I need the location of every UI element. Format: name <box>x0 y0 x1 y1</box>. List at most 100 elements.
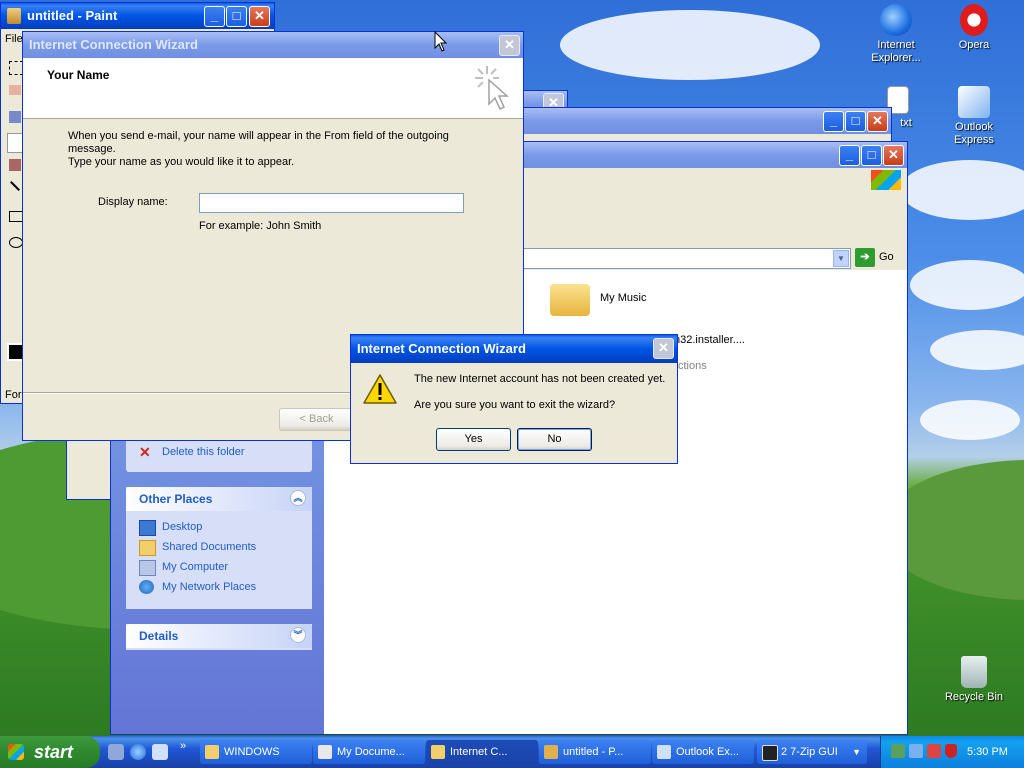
show-desktop-icon[interactable] <box>108 744 124 760</box>
wizard-titlebar: Internet Connection Wizard <box>23 32 523 58</box>
taskbar-item-windows[interactable]: WINDOWS <box>200 740 312 764</box>
clock[interactable]: 5:30 PM <box>967 736 1008 768</box>
fill-icon[interactable] <box>9 111 21 123</box>
desktop-icon-label: txt <box>900 117 912 129</box>
folder-icon <box>431 745 445 759</box>
close-icon[interactable]: ✕ <box>249 6 270 27</box>
close-icon[interactable]: ✕ <box>883 145 904 166</box>
chevron-down-icon[interactable]: ▼ <box>833 250 849 267</box>
delete-icon: ✕ <box>139 444 151 460</box>
eraser-icon[interactable] <box>9 85 21 95</box>
close-icon[interactable]: ✕ <box>653 338 674 359</box>
installer-label[interactable]: n32.installer.... <box>674 334 745 346</box>
warning-icon <box>363 374 397 404</box>
dialog-titlebar: Internet Connection Wizard <box>351 335 677 363</box>
address-input[interactable] <box>521 248 851 269</box>
go-label[interactable]: Go <box>879 248 894 267</box>
minimize-icon[interactable]: _ <box>823 111 844 132</box>
windows-logo-icon <box>871 170 901 190</box>
go-arrow-icon[interactable]: ➔ <box>855 248 875 267</box>
start-button[interactable]: start <box>0 736 100 768</box>
other-places-desktop[interactable]: Desktop <box>126 517 312 537</box>
details-panel: Details ︾ <box>126 624 312 650</box>
line-icon[interactable] <box>10 181 20 191</box>
display-name-label: Display name: <box>98 196 168 208</box>
details-header[interactable]: Details ︾ <box>126 624 312 648</box>
folder-icon <box>205 745 219 759</box>
documents-icon <box>318 745 332 759</box>
expand-icon[interactable]: ︾ <box>290 627 306 643</box>
desktop-icon-label: Internet Explorer... <box>871 39 921 64</box>
close-icon[interactable]: ✕ <box>867 111 888 132</box>
taskbar-item-outlook[interactable]: Outlook Ex... <box>652 740 754 764</box>
outlook-express-icon <box>958 86 990 118</box>
window-title: Internet Connection Wizard <box>29 37 198 52</box>
back-button[interactable]: < Back <box>279 408 354 431</box>
item-subtext: ctions <box>678 360 707 372</box>
folder-icon <box>139 540 156 556</box>
internet-explorer-icon <box>880 4 912 36</box>
dialog-message-1: The new Internet account has not been cr… <box>414 373 666 385</box>
taskbar-item-my-documents[interactable]: My Docume... <box>313 740 425 764</box>
minimize-icon[interactable]: _ <box>204 6 225 27</box>
minimize-icon[interactable]: _ <box>839 145 860 166</box>
desktop-icon-recycle-bin[interactable]: Recycle Bin <box>937 656 1011 704</box>
start-label: start <box>34 742 74 762</box>
group-dropdown-icon[interactable]: ▼ <box>852 740 861 764</box>
computer-icon <box>139 560 156 576</box>
ellipse-icon[interactable] <box>9 237 23 248</box>
desktop-icon-internet-explorer[interactable]: Internet Explorer... <box>859 4 933 65</box>
maximize-icon[interactable]: □ <box>845 111 866 132</box>
desktop-icon <box>139 520 156 536</box>
other-places-shared-documents[interactable]: Shared Documents <box>126 537 312 557</box>
select-icon[interactable] <box>9 61 23 75</box>
maximize-icon[interactable]: □ <box>861 145 882 166</box>
outlook-icon[interactable] <box>152 744 168 760</box>
quick-launch-chevron-icon[interactable]: » <box>180 740 186 752</box>
wizard-heading: Your Name <box>47 68 110 82</box>
close-icon[interactable]: ✕ <box>499 35 520 56</box>
window-title: untitled - Paint <box>27 8 118 23</box>
confirm-dialog: Internet Connection Wizard ✕ The new Int… <box>350 334 678 464</box>
dialog-title: Internet Connection Wizard <box>357 341 526 356</box>
menu-file[interactable]: File <box>5 33 23 45</box>
wizard-header: Your Name <box>23 58 523 119</box>
maximize-icon[interactable]: □ <box>226 6 247 27</box>
taskbar-item-internet-connection[interactable]: Internet C... <box>426 740 538 764</box>
recycle-bin-icon <box>961 656 987 688</box>
other-places-panel: Other Places ︽ Desktop Shared Documents … <box>126 487 312 609</box>
collapse-icon[interactable]: ︽ <box>290 490 306 506</box>
internet-explorer-icon[interactable] <box>130 744 146 760</box>
delete-folder-link[interactable]: ✕ Delete this folder <box>126 442 312 462</box>
windows-flag-icon <box>8 744 24 760</box>
network-icon <box>139 580 154 594</box>
other-places-my-computer[interactable]: My Computer <box>126 557 312 577</box>
airbrush-icon[interactable] <box>9 159 21 171</box>
tray-app-icon[interactable] <box>927 744 941 758</box>
other-places-header[interactable]: Other Places ︽ <box>126 487 312 511</box>
network-tray-icon[interactable] <box>891 744 905 758</box>
paint-icon <box>7 8 21 24</box>
list-item[interactable]: My Music <box>550 276 646 320</box>
tray-app-icon[interactable] <box>909 744 923 758</box>
rectangle-icon[interactable] <box>9 211 23 222</box>
taskbar-item-paint[interactable]: untitled - P... <box>539 740 651 764</box>
mouse-cursor-icon <box>434 31 448 52</box>
desktop-icon-outlook-express[interactable]: Outlook Express <box>937 86 1011 147</box>
desktop-icon-opera[interactable]: Opera <box>937 4 1011 52</box>
desktop-icon-label: Outlook Express <box>954 121 994 146</box>
other-places-my-network-places[interactable]: My Network Places <box>126 577 312 597</box>
opera-icon <box>960 4 988 36</box>
system-tray: 5:30 PM <box>880 736 1024 768</box>
example-text: For example: John Smith <box>199 220 322 232</box>
wizard-cursor-icon <box>475 66 509 111</box>
display-name-input[interactable] <box>199 193 464 213</box>
yes-button[interactable]: Yes <box>436 428 511 451</box>
no-button[interactable]: No <box>517 428 592 451</box>
security-shield-icon[interactable] <box>945 744 957 758</box>
desktop-icon-label: Recycle Bin <box>944 691 1004 703</box>
paint-icon <box>544 745 558 759</box>
file-tasks-panel: ✕ Delete this folder <box>126 440 312 472</box>
taskbar-item-7zip[interactable]: 2 7-Zip GUI ▼ <box>757 740 867 764</box>
outlook-icon <box>657 745 671 759</box>
